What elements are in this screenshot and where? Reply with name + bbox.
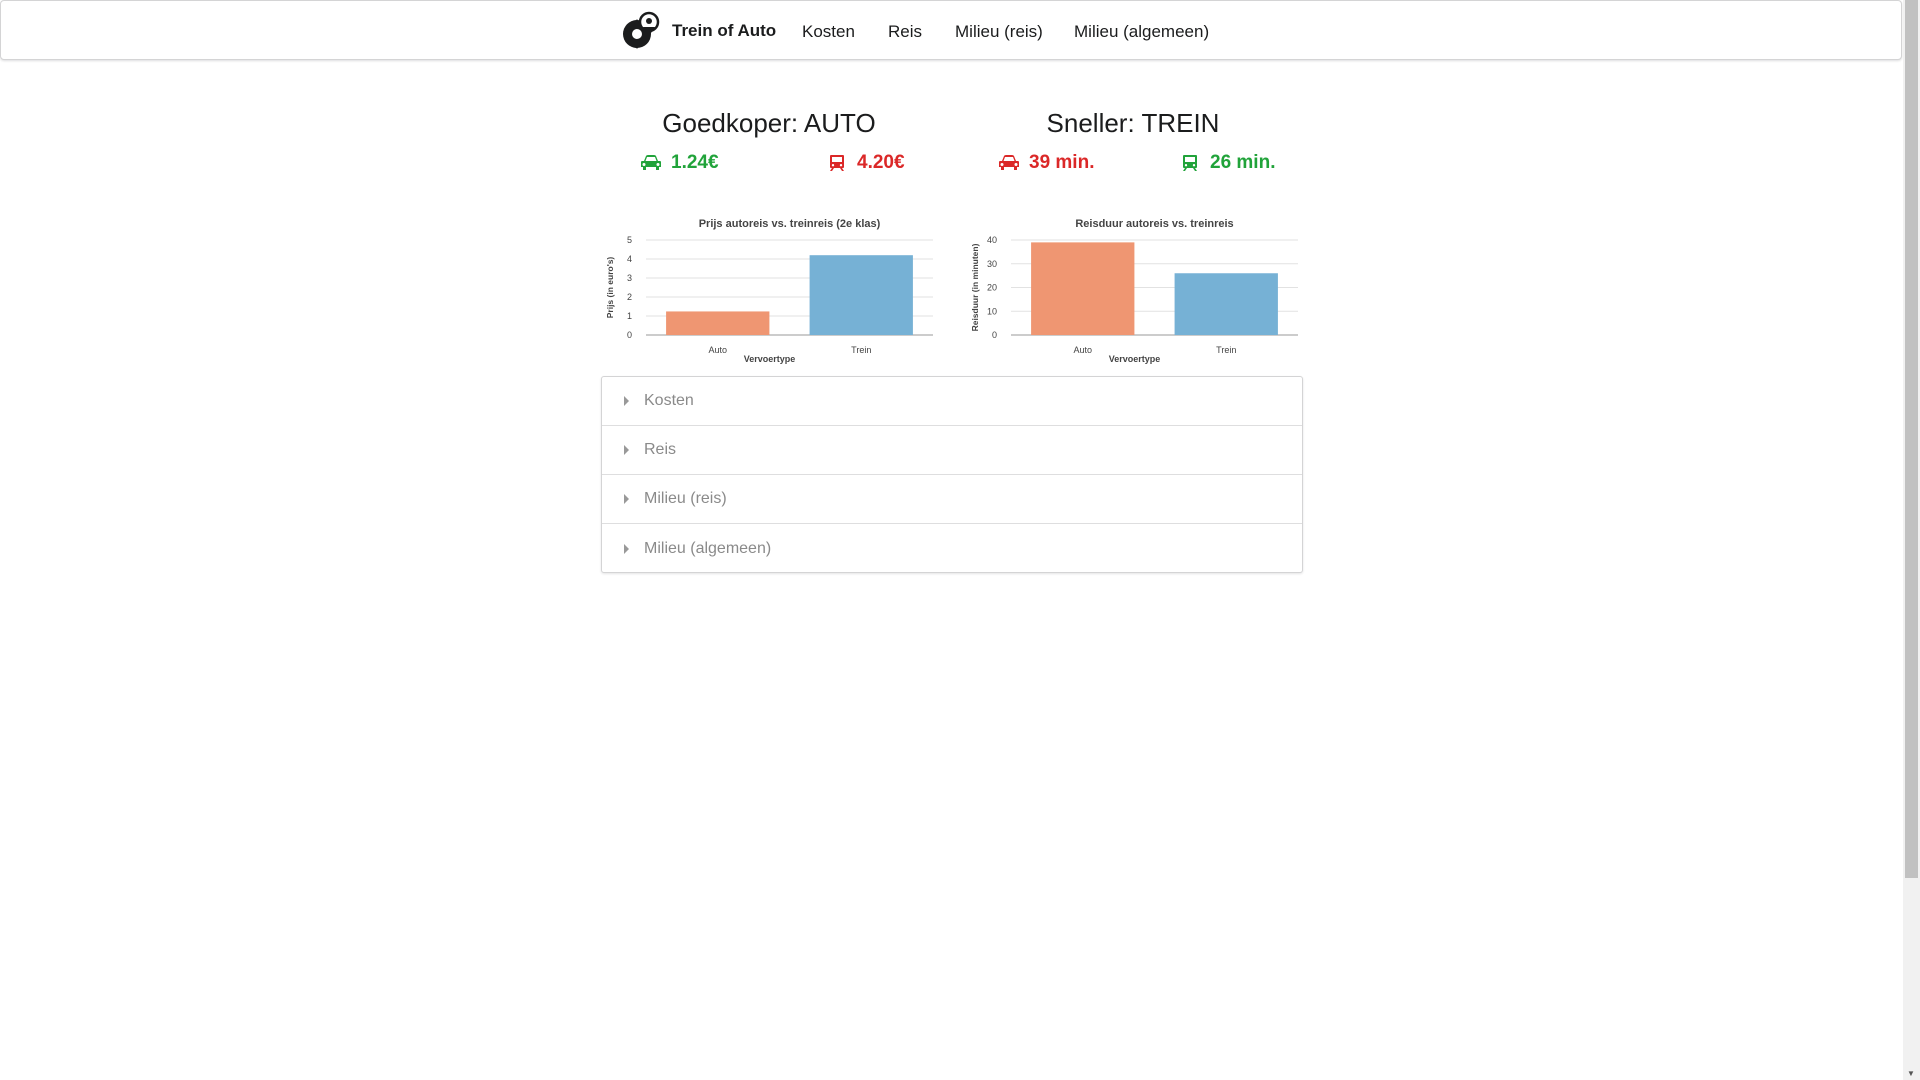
x-tick-label: Trein: [851, 345, 871, 355]
x-axis-label: Vervoertype: [1109, 354, 1161, 364]
x-axis-label: Vervoertype: [744, 354, 796, 364]
y-tick-label: 3: [627, 273, 632, 283]
bar: [1174, 273, 1278, 335]
cheaper-train-stat: 4.20€: [826, 152, 905, 174]
y-axis-label: Prijs (in euro's): [605, 257, 615, 319]
price-chart: Prijs autoreis vs. treinreis (2e klas) 0 1…: [605, 218, 933, 364]
faster-car-stat: 39 min.: [998, 152, 1094, 174]
y-tick-label: 4: [627, 254, 632, 264]
y-tick-label: 5: [627, 235, 632, 245]
caret-right-icon: [624, 396, 629, 406]
brand-title: Trein of Auto: [672, 21, 777, 40]
page-scrollbar[interactable]: ▼: [1903, 0, 1920, 1080]
y-axis-label: Reisduur (in minuten): [970, 243, 980, 331]
x-tick-label: Auto: [708, 345, 727, 355]
accordion-kosten[interactable]: Kosten: [602, 377, 1302, 426]
accordion-label: Milieu (reis): [644, 490, 727, 507]
y-tick-label: 10: [987, 306, 997, 316]
chart-title: Reisduur autoreis vs. treinreis: [1075, 218, 1233, 230]
cheaper-heading: Goedkoper: AUTO: [662, 108, 876, 138]
x-tick-label: Trein: [1216, 345, 1236, 355]
nav-kosten[interactable]: Kosten: [802, 22, 855, 42]
y-tick-label: 1: [627, 311, 632, 321]
train-icon: [1183, 155, 1197, 171]
cheaper-train-value: 4.20€: [857, 152, 905, 173]
brand-link[interactable]: Trein of Auto: [620, 10, 776, 52]
faster-car-value: 39 min.: [1029, 152, 1095, 173]
y-tick-label: 0: [992, 330, 997, 340]
cheaper-car-value: 1.24€: [671, 152, 719, 173]
y-tick-label: 40: [987, 235, 997, 245]
settings-location-icon: [623, 11, 660, 49]
accordion-label: Kosten: [644, 392, 694, 409]
scrollbar-thumb[interactable]: [1905, 0, 1918, 878]
bar: [1031, 242, 1135, 335]
duration-chart: Reisduur autoreis vs. treinreis 0 10 20 30 40…: [970, 218, 1298, 364]
bar: [809, 255, 913, 335]
caret-right-icon: [624, 543, 629, 554]
accordion-label: Reis: [644, 441, 677, 458]
y-tick-label: 30: [987, 259, 997, 269]
nav-milieu-algemeen[interactable]: Milieu (algemeen): [1074, 22, 1209, 42]
caret-right-icon: [624, 445, 629, 455]
chart-title: Prijs autoreis vs. treinreis (2e klas): [699, 218, 881, 230]
nav-milieu-reis[interactable]: Milieu (reis): [955, 22, 1043, 42]
accordion-label: Milieu (algemeen): [644, 539, 772, 557]
y-tick-label: 20: [987, 283, 997, 293]
scroll-down-arrow-icon[interactable]: ▼: [1907, 1069, 1915, 1078]
train-icon: [830, 155, 844, 171]
faster-train-stat: 26 min.: [1179, 152, 1275, 174]
accordion-reis[interactable]: Reis: [602, 426, 1302, 475]
bar: [666, 311, 770, 335]
top-navbar: Trein of Auto Kosten Reis Milieu (reis) …: [0, 0, 1902, 60]
x-tick-label: Auto: [1073, 345, 1092, 355]
y-tick-label: 0: [627, 330, 632, 340]
car-icon: [641, 155, 661, 170]
caret-right-icon: [624, 494, 629, 504]
y-tick-label: 2: [627, 292, 632, 302]
accordion-milieu-reis[interactable]: Milieu (reis): [602, 475, 1302, 524]
faster-train-value: 26 min.: [1210, 152, 1276, 173]
accordion-milieu-algemeen[interactable]: Milieu (algemeen): [602, 524, 1302, 573]
cheaper-car-stat: 1.24€: [640, 152, 719, 174]
nav-reis[interactable]: Reis: [888, 22, 922, 42]
details-accordion: Kosten Reis Milieu (reis) Milieu (algeme…: [601, 376, 1303, 573]
faster-heading: Sneller: TREIN: [1046, 108, 1220, 138]
car-icon: [999, 155, 1019, 170]
